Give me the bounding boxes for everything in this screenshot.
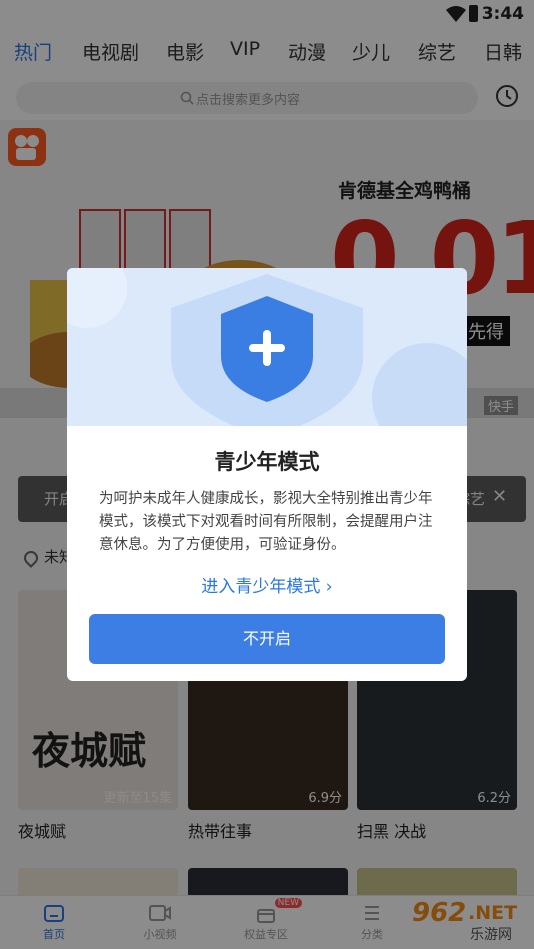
enter-teen-mode-link[interactable]: 进入青少年模式 › bbox=[67, 572, 467, 597]
dialog-title: 青少年模式 bbox=[214, 450, 320, 474]
enter-teen-mode-label: 进入青少年模式 bbox=[201, 577, 321, 597]
plus-icon bbox=[249, 330, 285, 366]
decline-button[interactable]: 不开启 bbox=[89, 614, 445, 664]
dialog-hero bbox=[67, 268, 467, 453]
dialog-body: 为呵护未成年人健康成长，影视大全特别推出青少年模式，该模式下对观看时间有所限制，… bbox=[99, 491, 433, 553]
teen-mode-dialog: 青少年模式 为呵护未成年人健康成长，影视大全特别推出青少年模式，该模式下对观看时… bbox=[67, 268, 467, 681]
chevron-right-icon: › bbox=[325, 577, 333, 597]
